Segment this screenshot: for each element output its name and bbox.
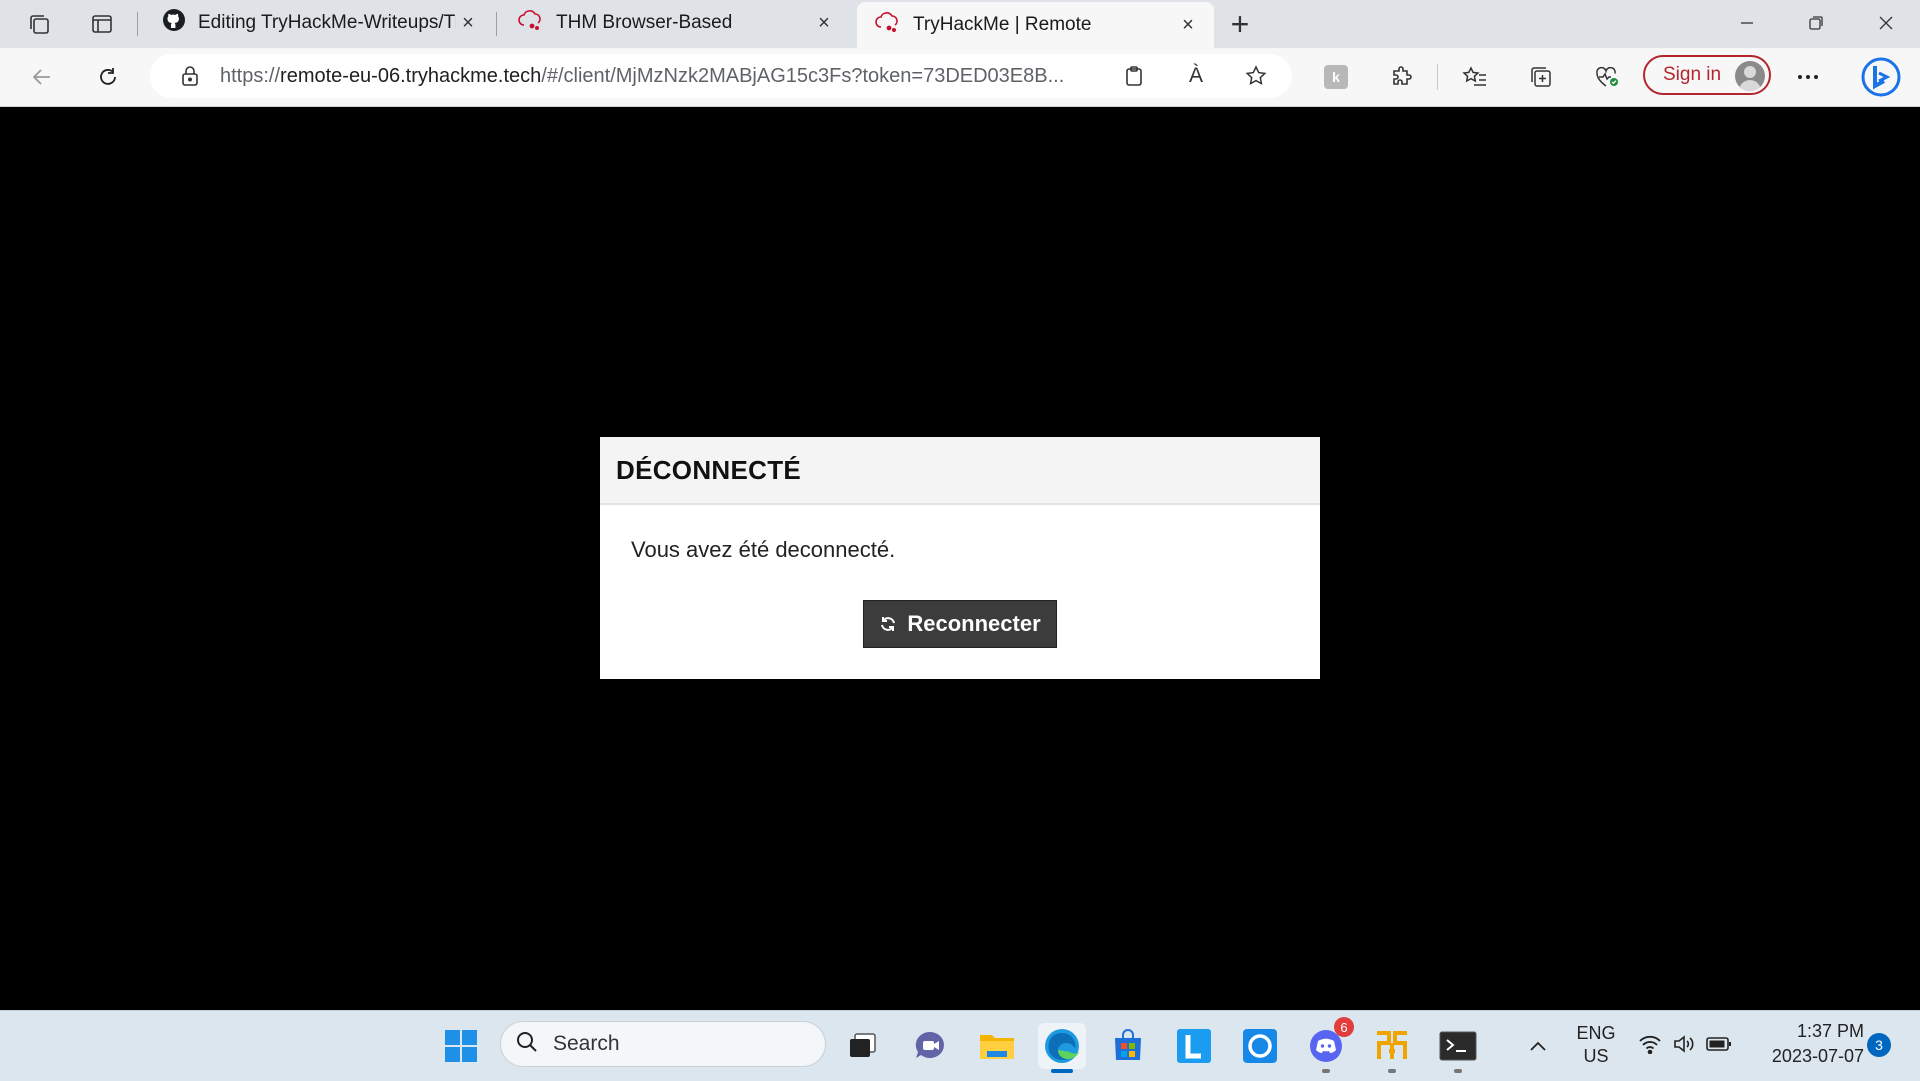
tryhackme-cloud-icon xyxy=(875,10,901,40)
profile-avatar-icon xyxy=(1735,61,1765,91)
region-code: US xyxy=(1583,1046,1609,1066)
tab-thm-browser-based[interactable]: THM Browser-Based × xyxy=(500,2,850,44)
close-tab-button[interactable]: × xyxy=(812,11,836,35)
l-app-icon[interactable] xyxy=(1170,1023,1218,1069)
discord-icon[interactable]: 6 xyxy=(1302,1017,1354,1073)
tab-title: THM Browser-Based xyxy=(556,12,733,33)
system-tray-status[interactable] xyxy=(1630,1023,1740,1069)
running-indicator xyxy=(1388,1069,1396,1073)
notification-count-badge[interactable]: 3 xyxy=(1867,1033,1891,1057)
collections-icon[interactable] xyxy=(1521,58,1561,96)
lock-icon[interactable] xyxy=(166,65,214,87)
toolbar-separator xyxy=(1437,64,1438,90)
browser-tab-bar: Editing TryHackMe-Writeups/TryHackMe × T… xyxy=(0,0,1920,48)
refresh-icon xyxy=(879,615,897,633)
clock-time: 1:37 PM xyxy=(1796,1021,1864,1041)
extension-grey-icon[interactable]: k xyxy=(1316,58,1356,96)
running-indicator xyxy=(1051,1069,1073,1073)
running-indicator xyxy=(1454,1069,1462,1073)
url-text[interactable]: https://remote-eu-06.tryhackme.tech/#/cl… xyxy=(220,65,1100,88)
workspaces-icon[interactable] xyxy=(21,8,57,40)
windows-taskbar: Search 6 ENG US 1:37 PM 2023-07-07 3 xyxy=(0,1010,1920,1081)
sign-in-label: Sign in xyxy=(1663,64,1722,85)
running-indicator xyxy=(1322,1069,1330,1073)
start-button[interactable] xyxy=(437,1023,485,1069)
tab-separator xyxy=(496,12,497,36)
url-prefix: https:// xyxy=(220,64,281,87)
search-icon xyxy=(515,1030,539,1059)
taskbar-search[interactable]: Search xyxy=(500,1021,826,1067)
back-button[interactable] xyxy=(22,58,62,96)
battery-icon xyxy=(1706,1036,1732,1057)
close-tab-button[interactable]: × xyxy=(456,11,480,35)
wifi-icon xyxy=(1638,1034,1662,1059)
url-path: /#/client/MjMzNzk2MABjAG15c3Fs?token=73D… xyxy=(541,64,1065,87)
clipboard-icon[interactable] xyxy=(1118,62,1150,90)
new-tab-button[interactable]: + xyxy=(1222,6,1258,42)
clock-date: 2023-07-07 xyxy=(1771,1046,1864,1066)
minimize-button[interactable] xyxy=(1717,0,1777,46)
browser-toolbar: https://remote-eu-06.tryhackme.tech/#/cl… xyxy=(0,48,1920,107)
microsoft-store-icon[interactable] xyxy=(1104,1023,1152,1069)
discord-notification-badge: 6 xyxy=(1334,1017,1354,1037)
language-code: ENG xyxy=(1576,1023,1616,1043)
close-tab-button[interactable]: × xyxy=(1176,13,1200,37)
reconnect-label: Reconnecter xyxy=(907,611,1041,636)
refresh-button[interactable] xyxy=(88,58,128,96)
more-options-icon[interactable] xyxy=(1788,58,1828,96)
dialog-message: Vous avez été deconnecté. xyxy=(631,537,896,562)
teams-chat-icon[interactable] xyxy=(906,1023,954,1069)
favorites-icon[interactable] xyxy=(1455,58,1495,96)
network-tool-icon[interactable] xyxy=(1368,1023,1416,1073)
read-aloud-icon[interactable]: À xyxy=(1180,62,1212,90)
github-icon xyxy=(162,8,186,38)
tab-actions-icon[interactable] xyxy=(84,8,120,40)
restore-button[interactable] xyxy=(1786,0,1846,46)
tab-title: Editing TryHackMe-Writeups/TryHackMe xyxy=(198,12,456,33)
file-explorer-icon[interactable] xyxy=(973,1023,1021,1069)
show-hidden-icons-chevron-up-icon[interactable] xyxy=(1516,1023,1560,1069)
edge-browser-icon[interactable] xyxy=(1038,1023,1086,1073)
browser-essentials-icon[interactable] xyxy=(1587,58,1627,96)
bing-copilot-icon[interactable] xyxy=(1858,54,1904,100)
dialog-title: DÉCONNECTÉ xyxy=(600,437,1320,505)
task-view-icon[interactable] xyxy=(839,1023,887,1069)
url-host: remote-eu-06.tryhackme.tech xyxy=(280,64,542,87)
disconnected-dialog: DÉCONNECTÉ Vous avez été deconnecté. Rec… xyxy=(600,437,1320,679)
cortana-ring-icon[interactable] xyxy=(1236,1023,1284,1069)
language-indicator[interactable]: ENG US xyxy=(1576,1023,1616,1067)
tab-separator xyxy=(137,12,138,36)
favorite-star-icon[interactable] xyxy=(1240,62,1272,90)
tryhackme-cloud-icon xyxy=(518,8,544,38)
sign-in-button[interactable]: Sign in xyxy=(1643,55,1771,95)
search-placeholder: Search xyxy=(553,1032,620,1055)
clock[interactable]: 1:37 PM 2023-07-07 xyxy=(1754,1021,1864,1067)
extensions-puzzle-icon[interactable] xyxy=(1382,58,1422,96)
volume-icon xyxy=(1672,1034,1696,1059)
tab-tryhackme-remote[interactable]: TryHackMe | Remote × xyxy=(857,2,1214,48)
tab-title: TryHackMe | Remote xyxy=(913,14,1092,35)
tab-github-editing[interactable]: Editing TryHackMe-Writeups/TryHackMe × xyxy=(144,2,494,44)
close-window-button[interactable] xyxy=(1856,0,1916,46)
reconnect-button[interactable]: Reconnecter xyxy=(863,600,1057,648)
terminal-icon[interactable] xyxy=(1434,1023,1482,1073)
address-bar[interactable]: https://remote-eu-06.tryhackme.tech/#/cl… xyxy=(150,54,1292,98)
